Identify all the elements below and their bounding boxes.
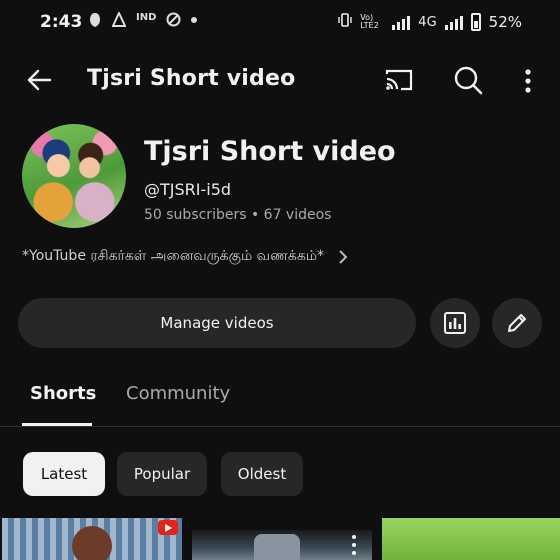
short-thumbnail[interactable] — [192, 530, 372, 560]
chip-latest[interactable]: Latest — [23, 452, 105, 496]
status-notification-icons: IND — [88, 10, 198, 32]
more-vertical-icon[interactable] — [352, 534, 356, 556]
status-system-icons: Vo) LTE2 4G 52% — [338, 12, 522, 32]
signal-icon-2 — [444, 14, 463, 30]
volte-label: Vo) LTE2 — [360, 13, 379, 30]
short-thumbnail[interactable] — [2, 518, 182, 560]
status-time: 2:43 — [40, 12, 83, 32]
network-type: 4G — [418, 14, 437, 30]
analytics-button[interactable] — [430, 298, 480, 348]
chevron-right-icon — [339, 250, 348, 264]
dot-icon — [191, 12, 198, 32]
channel-name: Tjsri Short video — [144, 136, 396, 167]
app-bar-title: Tjsri Short video — [87, 66, 296, 91]
cast-button[interactable] — [383, 66, 415, 94]
cast-icon — [385, 69, 413, 91]
notification-icon — [88, 12, 102, 32]
thumbnail-figure — [254, 534, 300, 560]
ind-icon: IND — [136, 12, 157, 23]
tab-community[interactable]: Community — [126, 383, 230, 404]
tab-divider — [0, 426, 560, 427]
more-options-button[interactable] — [512, 66, 544, 98]
battery-percent: 52% — [488, 13, 522, 31]
analytics-icon — [444, 312, 466, 334]
no-disturb-icon — [166, 12, 181, 32]
back-button[interactable] — [24, 64, 56, 96]
search-icon — [454, 66, 483, 95]
alert-icon — [111, 10, 127, 32]
thumbnail-figure — [72, 526, 112, 560]
arrow-left-icon — [27, 69, 52, 91]
youtube-logo-icon — [158, 520, 178, 535]
status-bar: 2:43 IND Vo) LTE2 4G 52% — [0, 0, 560, 44]
channel-handle: @TJSRI-i5d — [144, 180, 232, 199]
chip-popular[interactable]: Popular — [117, 452, 207, 496]
channel-stats: 50 subscribers • 67 videos — [144, 207, 332, 223]
short-thumbnail[interactable] — [382, 518, 560, 560]
channel-description-text: *YouTube ரசிகர்கள் அனைவருக்கும் வணக்கம்* — [22, 248, 325, 264]
search-button[interactable] — [452, 64, 484, 96]
chip-oldest[interactable]: Oldest — [221, 452, 303, 496]
battery-icon — [470, 13, 481, 31]
manage-videos-button[interactable]: Manage videos — [18, 298, 416, 348]
signal-icon — [392, 14, 411, 30]
channel-description[interactable]: *YouTube ரசிகர்கள் அனைவருக்கும் வணக்கம்* — [22, 248, 350, 266]
edit-channel-button[interactable] — [492, 298, 542, 348]
tab-shorts[interactable]: Shorts — [30, 383, 96, 404]
channel-avatar[interactable] — [22, 124, 126, 228]
pencil-icon — [508, 314, 526, 332]
vibrate-icon — [338, 12, 352, 32]
more-vertical-icon — [525, 69, 531, 93]
